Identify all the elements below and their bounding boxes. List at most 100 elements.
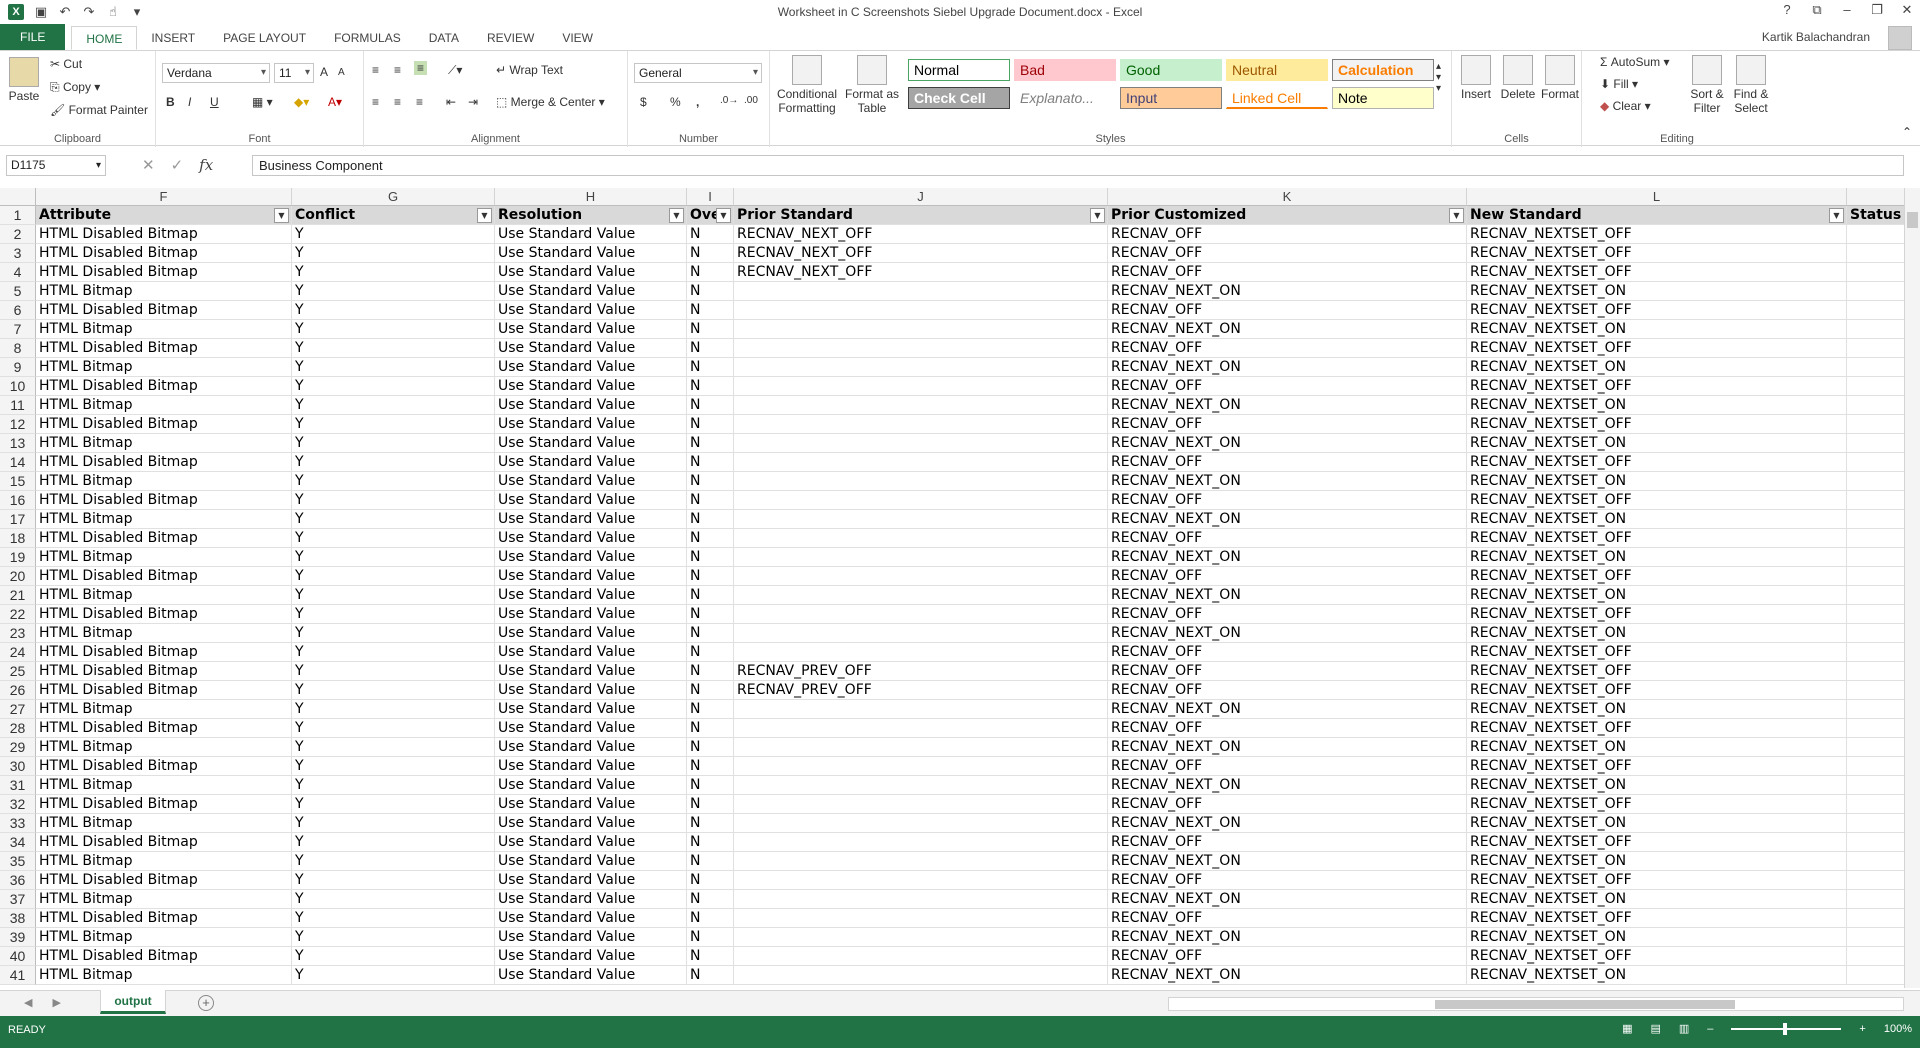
table-cell[interactable]: N [687, 453, 734, 472]
table-cell[interactable]: RECNAV_NEXT_ON [1108, 966, 1467, 985]
table-cell[interactable] [734, 966, 1108, 985]
column-header-h[interactable]: H [495, 188, 687, 206]
table-cell[interactable]: RECNAV_OFF [1108, 662, 1467, 681]
table-cell[interactable]: Use Standard Value [495, 624, 687, 643]
prev-sheet-icon[interactable]: ◀ [24, 996, 32, 1009]
zoom-slider[interactable] [1731, 1022, 1842, 1035]
table-cell[interactable]: RECNAV_NEXTSET_OFF [1467, 339, 1847, 358]
table-header-cell[interactable]: Prior Customized ▼ [1108, 206, 1467, 225]
table-cell[interactable]: Y [292, 814, 495, 833]
table-cell[interactable]: Y [292, 434, 495, 453]
table-cell[interactable] [734, 738, 1108, 757]
table-cell[interactable]: N [687, 757, 734, 776]
table-cell[interactable]: Y [292, 377, 495, 396]
font-size-select[interactable]: 11 [274, 63, 314, 83]
table-cell[interactable]: Use Standard Value [495, 396, 687, 415]
row-header[interactable]: 22 [0, 605, 36, 624]
wrap-text-button[interactable]: ↵ Wrap Text [496, 63, 563, 77]
table-cell[interactable]: N [687, 814, 734, 833]
table-cell[interactable]: RECNAV_OFF [1108, 947, 1467, 966]
table-cell[interactable]: Y [292, 947, 495, 966]
row-header[interactable]: 29 [0, 738, 36, 757]
table-cell[interactable]: Use Standard Value [495, 605, 687, 624]
table-cell[interactable]: HTML Disabled Bitmap [36, 662, 292, 681]
table-cell[interactable]: RECNAV_NEXTSET_OFF [1467, 833, 1847, 852]
table-cell[interactable] [734, 282, 1108, 301]
table-cell[interactable]: RECNAV_NEXTSET_OFF [1467, 871, 1847, 890]
table-cell[interactable] [1847, 263, 1907, 282]
table-cell[interactable] [1847, 339, 1907, 358]
table-cell[interactable]: HTML Bitmap [36, 700, 292, 719]
table-cell[interactable]: Y [292, 339, 495, 358]
column-header-l[interactable]: L [1467, 188, 1847, 206]
table-cell[interactable]: Y [292, 548, 495, 567]
table-cell[interactable]: RECNAV_NEXT_OFF [734, 263, 1108, 282]
table-cell[interactable]: Use Standard Value [495, 415, 687, 434]
row-header[interactable]: 12 [0, 415, 36, 434]
table-cell[interactable]: HTML Bitmap [36, 396, 292, 415]
table-cell[interactable]: HTML Disabled Bitmap [36, 244, 292, 263]
table-cell[interactable]: HTML Bitmap [36, 320, 292, 339]
table-cell[interactable]: HTML Disabled Bitmap [36, 757, 292, 776]
table-cell[interactable]: RECNAV_NEXTSET_OFF [1467, 605, 1847, 624]
table-cell[interactable]: Y [292, 738, 495, 757]
table-cell[interactable]: RECNAV_NEXTSET_ON [1467, 358, 1847, 377]
table-cell[interactable]: HTML Bitmap [36, 928, 292, 947]
table-cell[interactable]: N [687, 871, 734, 890]
table-cell[interactable]: Use Standard Value [495, 225, 687, 244]
filter-dropdown-icon[interactable]: ▼ [1090, 208, 1105, 223]
table-cell[interactable]: Use Standard Value [495, 776, 687, 795]
number-format-select[interactable]: General [634, 63, 762, 83]
table-cell[interactable]: RECNAV_NEXTSET_OFF [1467, 263, 1847, 282]
table-cell[interactable]: N [687, 966, 734, 985]
table-cell[interactable] [1847, 681, 1907, 700]
table-cell[interactable]: N [687, 947, 734, 966]
align-center-icon[interactable]: ≡ [394, 95, 401, 109]
table-cell[interactable]: Y [292, 795, 495, 814]
table-cell[interactable]: RECNAV_OFF [1108, 529, 1467, 548]
table-cell[interactable]: HTML Disabled Bitmap [36, 719, 292, 738]
clear-button[interactable]: ◆ Clear ▾ [1600, 99, 1651, 113]
table-cell[interactable]: RECNAV_NEXT_ON [1108, 852, 1467, 871]
table-cell[interactable]: N [687, 434, 734, 453]
table-cell[interactable]: HTML Bitmap [36, 472, 292, 491]
align-middle-icon[interactable]: ≡ [394, 63, 401, 77]
delete-button[interactable]: Delete [1498, 55, 1538, 101]
table-cell[interactable]: Y [292, 244, 495, 263]
table-cell[interactable]: N [687, 358, 734, 377]
table-cell[interactable]: RECNAV_NEXTSET_ON [1467, 966, 1847, 985]
table-cell[interactable]: RECNAV_NEXTSET_ON [1467, 320, 1847, 339]
format-button[interactable]: Format [1540, 55, 1580, 101]
zoom-level[interactable]: 100% [1884, 1023, 1912, 1035]
table-cell[interactable]: RECNAV_NEXT_ON [1108, 814, 1467, 833]
table-cell[interactable] [734, 795, 1108, 814]
table-cell[interactable]: RECNAV_NEXT_ON [1108, 358, 1467, 377]
table-cell[interactable]: RECNAV_OFF [1108, 339, 1467, 358]
table-cell[interactable]: HTML Disabled Bitmap [36, 871, 292, 890]
row-header[interactable]: 5 [0, 282, 36, 301]
table-cell[interactable]: Y [292, 415, 495, 434]
table-cell[interactable]: Use Standard Value [495, 852, 687, 871]
table-cell[interactable]: N [687, 244, 734, 263]
fill-button[interactable]: ⬇ Fill ▾ [1600, 77, 1638, 91]
row-header[interactable]: 26 [0, 681, 36, 700]
table-cell[interactable] [1847, 301, 1907, 320]
table-cell[interactable]: Y [292, 909, 495, 928]
table-cell[interactable]: Y [292, 928, 495, 947]
tab-formulas[interactable]: FORMULAS [320, 26, 415, 50]
table-cell[interactable]: RECNAV_OFF [1108, 909, 1467, 928]
table-cell[interactable] [1847, 510, 1907, 529]
table-cell[interactable]: RECNAV_NEXTSET_OFF [1467, 643, 1847, 662]
table-cell[interactable]: HTML Disabled Bitmap [36, 339, 292, 358]
table-header-cell[interactable]: Prior Standard ▼ [734, 206, 1108, 225]
row-header[interactable]: 15 [0, 472, 36, 491]
table-cell[interactable] [1847, 852, 1907, 871]
table-cell[interactable]: Use Standard Value [495, 890, 687, 909]
filter-dropdown-icon[interactable]: ▼ [716, 208, 731, 223]
table-cell[interactable]: Y [292, 890, 495, 909]
table-cell[interactable]: RECNAV_NEXTSET_OFF [1467, 377, 1847, 396]
shrink-font-icon[interactable]: A [338, 67, 345, 78]
style-explanato[interactable]: Explanato... [1014, 87, 1116, 109]
table-cell[interactable] [734, 339, 1108, 358]
table-cell[interactable] [734, 548, 1108, 567]
